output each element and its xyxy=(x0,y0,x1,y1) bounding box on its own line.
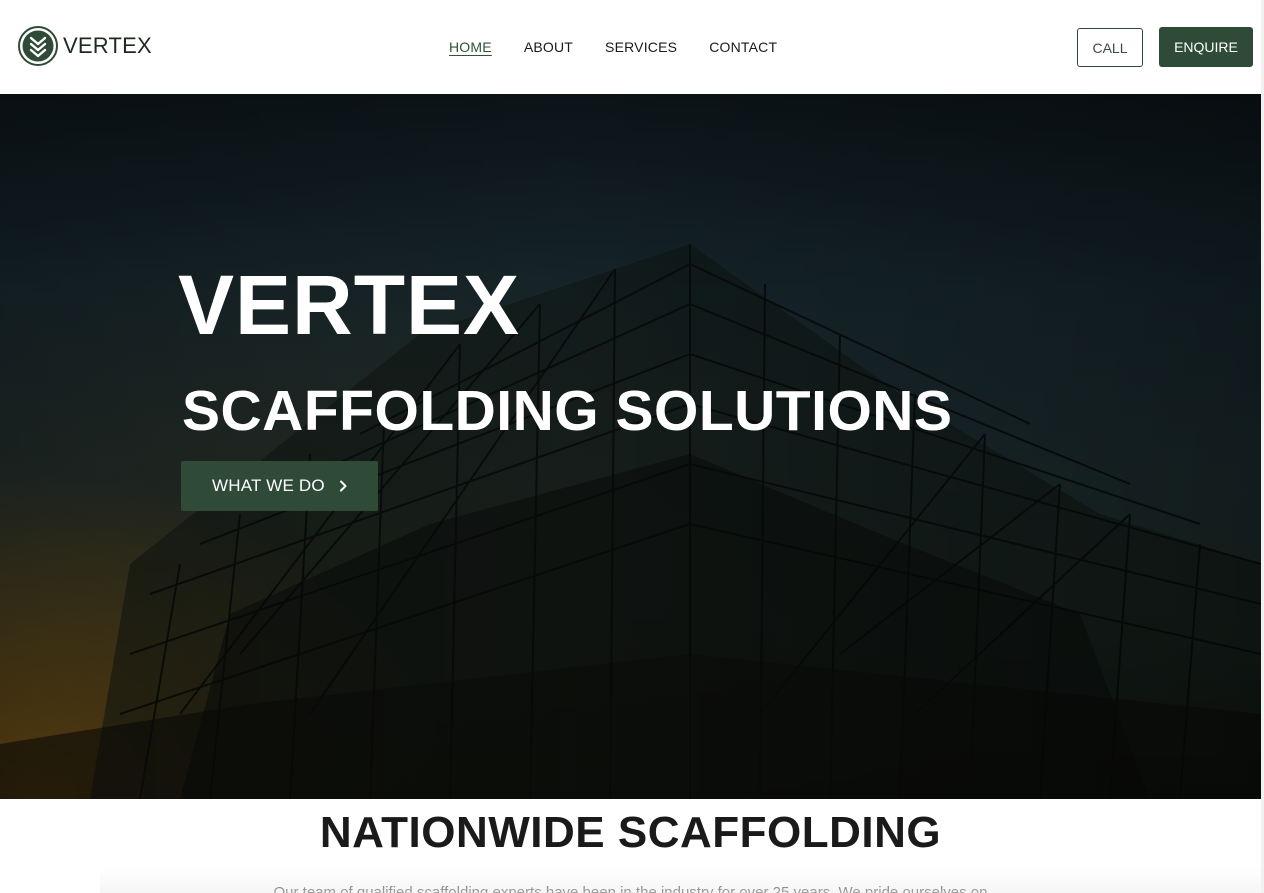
double-chevron-down-icon xyxy=(18,26,58,66)
nav-item-contact[interactable]: CONTACT xyxy=(709,38,777,56)
hero-banner: VERTEX SCAFFOLDING SOLUTIONS WHAT WE DO xyxy=(0,94,1261,799)
section-intro-text: Our team of qualified scaffolding expert… xyxy=(273,884,988,893)
logo-link[interactable]: VERTEX xyxy=(18,26,152,66)
enquire-button[interactable]: ENQUIRE xyxy=(1159,27,1253,67)
hero-title: VERTEX xyxy=(178,258,521,352)
site-header: VERTEX HOME ABOUT SERVICES CONTACT CALL … xyxy=(0,0,1261,94)
hero-subtitle: SCAFFOLDING SOLUTIONS xyxy=(182,379,953,443)
nav-item-home[interactable]: HOME xyxy=(449,38,492,56)
nav-item-services[interactable]: SERVICES xyxy=(605,38,677,56)
section-title: NATIONWIDE SCAFFOLDING xyxy=(319,808,942,857)
call-button[interactable]: CALL xyxy=(1077,28,1143,67)
hero-overlay xyxy=(0,94,1261,799)
chevron-right-icon xyxy=(339,480,347,492)
what-we-do-button[interactable]: WHAT WE DO xyxy=(181,461,378,511)
nationwide-section: NATIONWIDE SCAFFOLDING Our team of quali… xyxy=(0,799,1261,893)
nav-item-about[interactable]: ABOUT xyxy=(524,38,573,56)
logo-wordmark: VERTEX xyxy=(63,33,152,58)
main-nav: HOME ABOUT SERVICES CONTACT xyxy=(449,38,777,56)
what-we-do-label: WHAT WE DO xyxy=(212,476,325,495)
